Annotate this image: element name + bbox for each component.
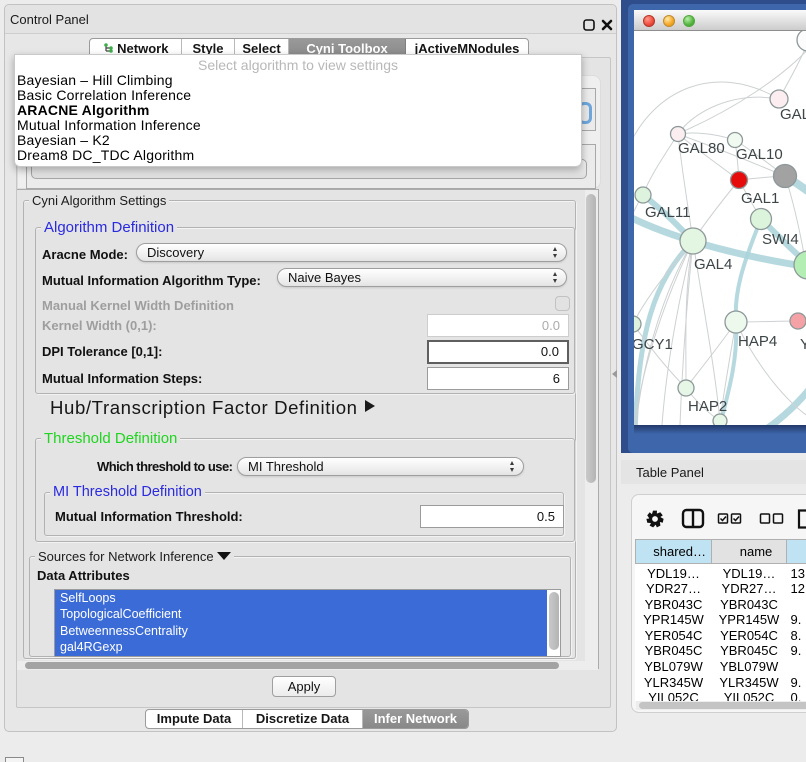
svg-text:GAL2: GAL2	[780, 106, 806, 123]
svg-text:GAL80: GAL80	[678, 140, 725, 157]
svg-text:HAP4: HAP4	[738, 333, 777, 350]
svg-text:GAL11: GAL11	[645, 204, 691, 221]
svg-text:SWI4: SWI4	[762, 231, 799, 248]
svg-text:GAL10: GAL10	[736, 146, 783, 163]
svg-text:YJ: YJ	[800, 336, 806, 353]
svg-text:GAL1: GAL1	[741, 190, 779, 207]
svg-text:GCY1: GCY1	[634, 336, 673, 353]
svg-text:GAL4: GAL4	[694, 256, 732, 273]
svg-text:HAP2: HAP2	[688, 398, 727, 415]
